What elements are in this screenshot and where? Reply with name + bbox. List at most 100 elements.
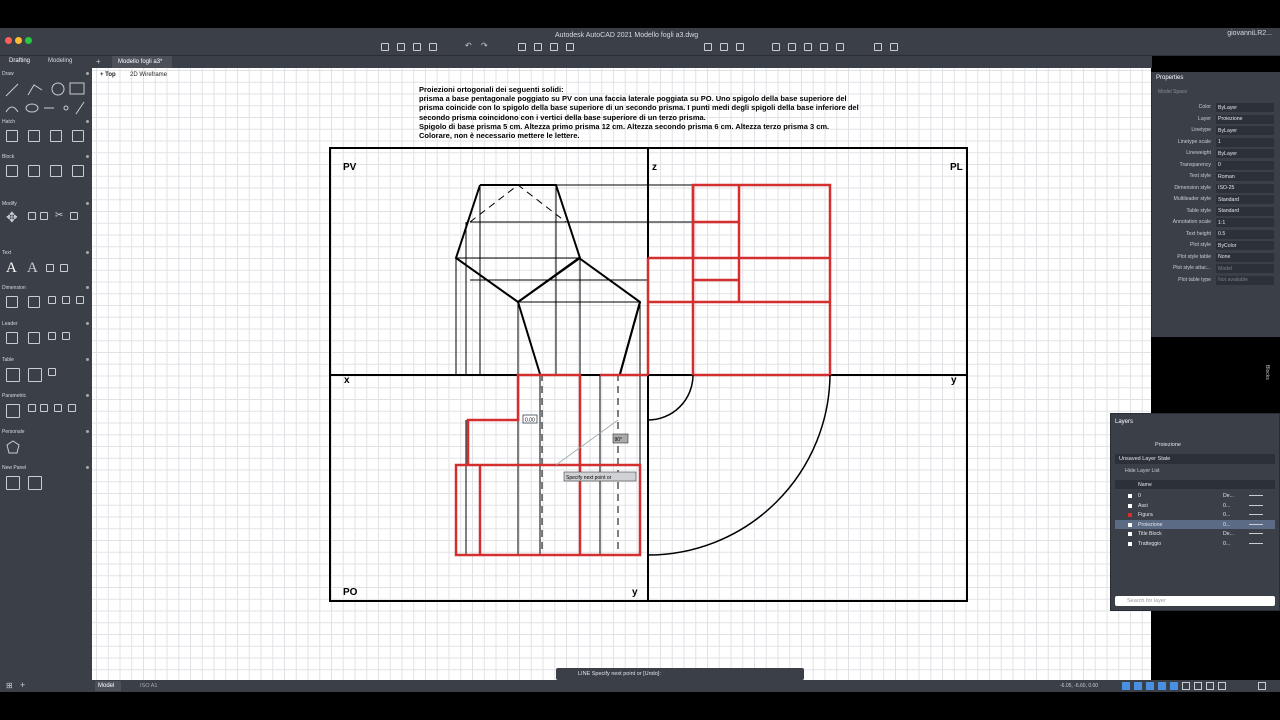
create-block-icon[interactable] <box>28 165 40 177</box>
section-new-panel[interactable]: New Panel <box>2 465 89 471</box>
prop-value[interactable]: ByLayer <box>1216 103 1274 112</box>
publish-icon[interactable] <box>566 43 574 51</box>
new-tab-icon[interactable]: + <box>96 57 101 66</box>
polygon-icon[interactable] <box>6 440 20 454</box>
extract-data-icon[interactable] <box>48 368 56 376</box>
prop-value[interactable]: Roman <box>1216 172 1274 181</box>
current-layer[interactable]: Proiezione <box>1115 440 1275 450</box>
ortho-icon[interactable] <box>1146 682 1154 690</box>
draw-tools[interactable] <box>4 80 88 118</box>
prop-value[interactable]: Proiezione <box>1216 114 1274 124</box>
section-hatch[interactable]: Hatch <box>2 119 89 125</box>
customization-icon[interactable] <box>1258 682 1266 690</box>
copy-icon[interactable] <box>28 212 36 220</box>
layer-row[interactable]: Assi 0... <box>1115 501 1275 511</box>
prop-value[interactable]: ByLayer <box>1216 126 1274 135</box>
collect-leader-icon[interactable] <box>62 332 70 340</box>
select-icon[interactable] <box>788 43 796 51</box>
prop-multileader-style[interactable]: Multileader style Standard <box>1152 194 1280 206</box>
prop-value[interactable]: 0.5 <box>1216 229 1274 239</box>
hatch-icon[interactable] <box>6 130 18 142</box>
layer-row[interactable]: Title Block De... <box>1115 529 1275 539</box>
save-as-icon[interactable] <box>429 43 437 51</box>
prop-transparency[interactable]: Transparency 0 <box>1152 160 1280 172</box>
data-link-icon[interactable] <box>28 368 42 382</box>
prop-dimension-style[interactable]: Dimension style ISO-25 <box>1152 183 1280 195</box>
move-icon[interactable]: ✥ <box>6 210 18 224</box>
column-name[interactable]: Name <box>1138 482 1152 488</box>
polar-icon[interactable] <box>1158 682 1166 690</box>
gradient-icon[interactable] <box>28 130 40 142</box>
prop-color[interactable]: Color ByLayer <box>1152 102 1280 114</box>
model-tab[interactable]: Model <box>95 681 121 691</box>
diameter-dimension-icon[interactable] <box>76 296 84 304</box>
help-icon[interactable] <box>890 43 898 51</box>
workspace-switch-icon[interactable] <box>1218 682 1226 690</box>
multiline-text-icon[interactable]: A <box>6 260 17 277</box>
geometric-constraint-icon[interactable] <box>28 404 36 412</box>
parameters-icon[interactable] <box>68 404 76 412</box>
prop-annotation-scale[interactable]: Annotation scale 1:1 <box>1152 217 1280 229</box>
prop-linetype-scale[interactable]: Linetype scale 1 <box>1152 137 1280 149</box>
single-line-text-icon[interactable]: A <box>27 260 38 277</box>
section-block[interactable]: Block <box>2 154 89 160</box>
layer-row[interactable]: Tratteggio 0... <box>1115 539 1275 549</box>
prop-plot-style[interactable]: Plot style ByColor <box>1152 240 1280 252</box>
pan-icon[interactable] <box>720 43 728 51</box>
lineweight-icon[interactable] <box>1182 682 1190 690</box>
prop-text-height[interactable]: Text height 0.5 <box>1152 229 1280 241</box>
trim-icon[interactable]: ✂ <box>55 211 63 221</box>
match-properties-icon[interactable] <box>772 43 780 51</box>
layer-row[interactable]: Figura 0... <box>1115 510 1275 520</box>
prop-value[interactable]: ByColor <box>1216 241 1274 250</box>
section-personale[interactable]: Personale <box>2 429 89 435</box>
tab-modello-fogli[interactable]: Modello fogli a3* <box>112 56 172 68</box>
section-text[interactable]: Text <box>2 250 89 256</box>
boundary-icon[interactable] <box>50 130 62 142</box>
text-edit-icon[interactable] <box>46 264 54 272</box>
layer-walk-icon[interactable] <box>820 43 828 51</box>
aligned-dimension-icon[interactable] <box>28 296 40 308</box>
prop-plot-style-table[interactable]: Plot style table None <box>1152 252 1280 264</box>
open-file-icon[interactable] <box>397 43 405 51</box>
table-icon[interactable] <box>6 368 20 382</box>
prop-text-style[interactable]: Text style Roman <box>1152 171 1280 183</box>
annotation-visibility-icon[interactable] <box>1206 682 1214 690</box>
layer-row[interactable]: 0 De... <box>1115 491 1275 501</box>
section-modify[interactable]: Modify <box>2 201 89 207</box>
workspace-icon[interactable] <box>874 43 882 51</box>
angular-dimension-icon[interactable] <box>48 296 56 304</box>
multileader-icon[interactable] <box>6 332 18 344</box>
custom-tool-icon[interactable] <box>6 476 20 490</box>
prop-value[interactable]: 1:1 <box>1216 218 1274 227</box>
layers-stack-icon[interactable] <box>28 476 42 490</box>
layer-search-input[interactable]: Search for layer <box>1115 596 1275 606</box>
command-line[interactable]: LINE Specify next point or [Undo]: <box>556 668 804 680</box>
add-leader-icon[interactable] <box>28 332 40 344</box>
prop-value[interactable]: None <box>1216 252 1274 262</box>
linear-dimension-icon[interactable] <box>6 296 18 308</box>
preview-icon[interactable] <box>550 43 558 51</box>
region-icon[interactable] <box>72 130 84 142</box>
layer-row[interactable]: Proiezione 0... <box>1115 519 1275 529</box>
section-leader[interactable]: Leader <box>2 321 89 327</box>
grid-icon[interactable]: ⊞ <box>6 681 13 690</box>
add-layout-icon[interactable]: + <box>20 680 25 690</box>
auto-constrain-icon[interactable] <box>6 404 20 418</box>
align-leader-icon[interactable] <box>48 332 56 340</box>
osnap-icon[interactable] <box>1170 682 1178 690</box>
snap-icon[interactable] <box>1134 682 1142 690</box>
redo-icon[interactable]: ↷ <box>481 41 489 50</box>
save-icon[interactable] <box>413 43 421 51</box>
selection-cycling-icon[interactable] <box>1194 682 1202 690</box>
section-table[interactable]: Table <box>2 357 89 363</box>
zoom-icon[interactable] <box>704 43 712 51</box>
find-text-icon[interactable] <box>60 264 68 272</box>
prop-value[interactable]: ByLayer <box>1216 149 1274 158</box>
plot-icon[interactable] <box>518 43 526 51</box>
layer-state-dropdown[interactable]: Unsaved Layer State <box>1115 454 1275 464</box>
radius-dimension-icon[interactable] <box>62 296 70 304</box>
dimensional-constraint-icon[interactable] <box>40 404 48 412</box>
prop-linetype[interactable]: Linetype ByLayer <box>1152 125 1280 137</box>
edit-block-icon[interactable] <box>50 165 62 177</box>
